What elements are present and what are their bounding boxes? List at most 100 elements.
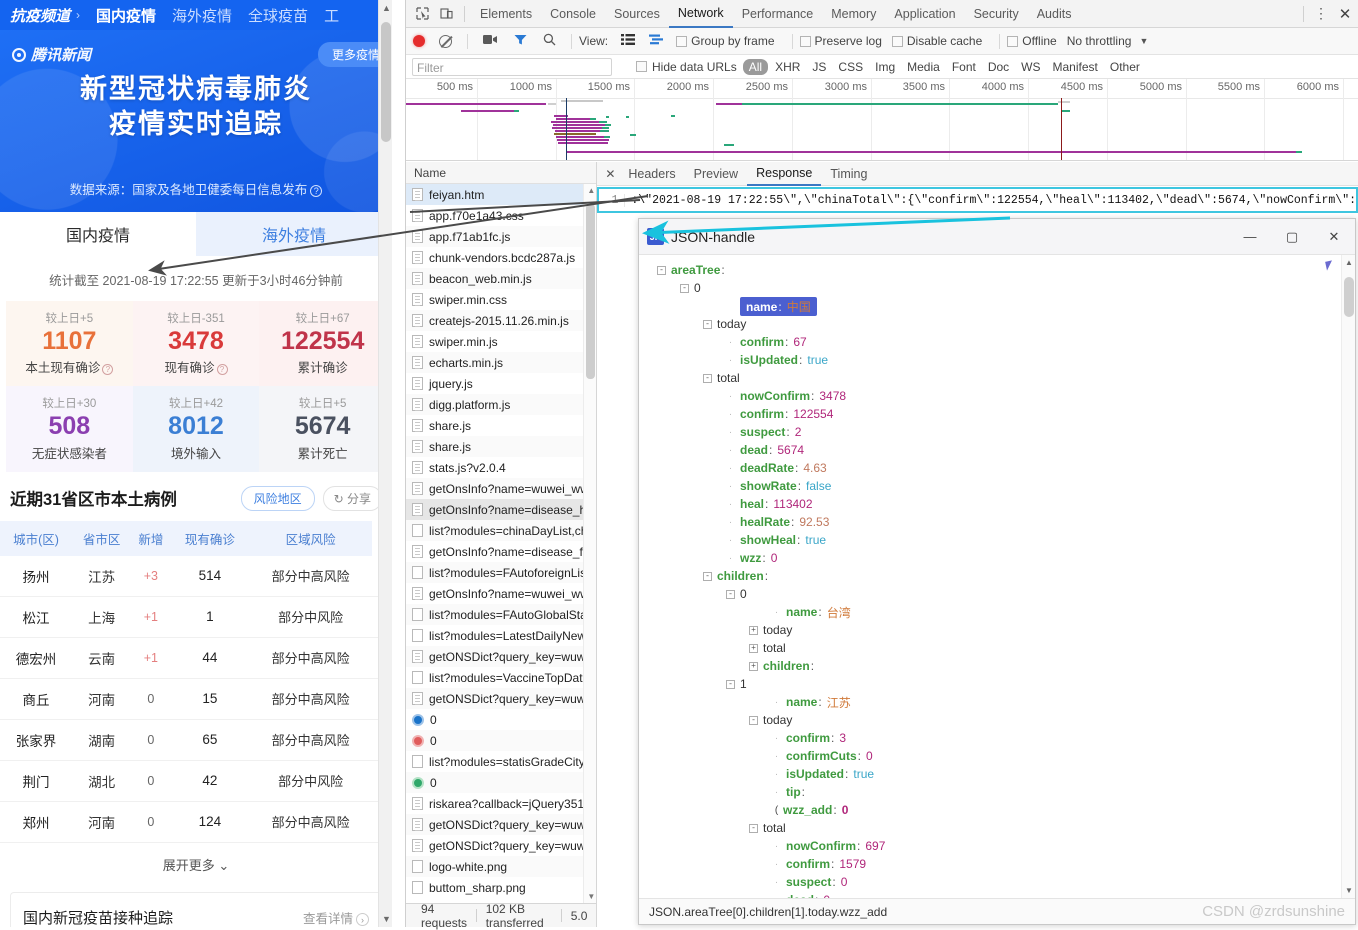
tab-sources[interactable]: Sources <box>605 0 669 28</box>
filter-type-all[interactable]: All <box>742 58 769 75</box>
json-tree-row[interactable]: - today <box>657 711 1355 729</box>
maximize-button[interactable]: ▢ <box>1271 219 1313 255</box>
json-tree-row[interactable]: - total <box>657 819 1355 837</box>
help-icon[interactable]: ? <box>310 185 323 197</box>
nav-item-truncated[interactable]: 工 <box>324 5 339 26</box>
filter-type-media[interactable]: Media <box>902 59 945 75</box>
list-item[interactable]: getOnsInfo?name=disease_foreign.. <box>406 541 596 562</box>
json-tree-row[interactable]: · deadRate:4.63 <box>657 459 1355 477</box>
json-tree[interactable]: - areaTree: -0 name: 中国 - today · confirm:67 · isU… <box>639 255 1355 898</box>
vaccine-detail-link[interactable]: 查看详情 › <box>303 908 369 927</box>
list-item[interactable]: echarts.min.js <box>406 352 597 373</box>
list-item[interactable]: createjs-2015.11.26.min.js <box>406 310 597 331</box>
record-icon[interactable] <box>413 35 425 47</box>
list-item[interactable]: list?modules=VaccineTopData <box>406 667 596 688</box>
json-tree-row[interactable]: · confirm:67 <box>657 333 1355 351</box>
tab-console[interactable]: Console <box>541 0 605 28</box>
list-item[interactable]: list?modules=LatestDailyNews <box>406 625 596 646</box>
list-item[interactable]: list?modules=chinaDayList,chinaDay <box>406 520 597 541</box>
json-tree-row[interactable]: · name: 台湾 <box>657 603 1355 621</box>
minimize-button[interactable]: — <box>1229 219 1271 255</box>
list-item[interactable]: logo-white.png <box>406 856 597 877</box>
filter-type-css[interactable]: CSS <box>833 59 868 75</box>
list-item[interactable]: chunk-vendors.bcdc287a.js <box>406 247 596 268</box>
json-tree-row[interactable]: -0 <box>657 585 1355 603</box>
filter-icon[interactable] <box>514 34 527 49</box>
expand-more-button[interactable]: 展开更多 ⌄ <box>0 843 392 888</box>
close-detail-icon[interactable]: ✕ <box>601 167 619 181</box>
tab-preview[interactable]: Preview <box>685 162 747 186</box>
json-tree-row[interactable]: · dead:5674 <box>657 441 1355 459</box>
scroll-up-arrow-icon[interactable]: ▲ <box>587 186 595 195</box>
scroll-down-arrow-icon[interactable]: ▼ <box>587 892 595 901</box>
request-list-scrollbar-thumb[interactable] <box>586 204 596 379</box>
json-tree-scrollbar[interactable]: ▲ ▼ <box>1341 255 1355 898</box>
list-item[interactable]: getOnsInfo?name=wuwei_ww_ww_t <box>406 583 596 604</box>
filter-type-xhr[interactable]: XHR <box>770 59 805 75</box>
json-tree-row[interactable]: · confirm:3 <box>657 729 1355 747</box>
json-window-titlebar[interactable]: JH JSON-handle — ▢ ✕ <box>639 219 1355 255</box>
tree-toggle-icon[interactable]: - <box>703 571 712 581</box>
clear-icon[interactable] <box>439 34 452 48</box>
list-item[interactable]: share.js <box>406 436 597 457</box>
nav-item-global-vaccine[interactable]: 全球疫苗 <box>248 5 308 26</box>
tab-application[interactable]: Application <box>885 0 964 28</box>
list-item[interactable]: getONSDict?query_key=wuwei_ww_ <box>406 646 597 667</box>
risk-areas-button[interactable]: 风险地区 <box>240 485 315 511</box>
checkbox-box[interactable] <box>636 61 647 72</box>
tree-toggle-icon[interactable]: - <box>749 715 758 725</box>
table-row[interactable]: 德宏州云南+144部分中高风险› <box>0 637 392 679</box>
request-list-scrollbar[interactable]: ▲ ▼ <box>583 184 597 903</box>
throttling-select[interactable]: No throttling <box>1067 34 1132 48</box>
devtools-close-icon[interactable]: ✕ <box>1332 5 1358 23</box>
tab-response[interactable]: Response <box>747 162 822 186</box>
filter-type-js[interactable]: JS <box>807 59 831 75</box>
json-tree-row[interactable]: · wzz:0 <box>657 549 1355 567</box>
devtools-menu-icon[interactable]: ⋮ <box>1310 5 1332 22</box>
json-tree-row[interactable]: · healRate:92.53 <box>657 513 1355 531</box>
json-tree-row[interactable]: · nowConfirm:697 <box>657 837 1355 855</box>
list-item[interactable]: riskarea?callback=jQuery351047645 <box>406 793 596 814</box>
tree-toggle-icon[interactable]: - <box>749 823 758 833</box>
list-item[interactable]: 0 <box>406 709 596 730</box>
json-tree-row[interactable]: + total <box>657 639 1355 657</box>
offline-checkbox[interactable]: Offline <box>1007 34 1057 48</box>
filter-type-ws[interactable]: WS <box>1016 59 1045 75</box>
list-item[interactable]: list?modules=statisGradeCityDetail <box>406 751 596 772</box>
list-item[interactable]: beacon_web.min.js <box>406 268 597 289</box>
close-button[interactable]: ✕ <box>1313 219 1355 255</box>
list-item[interactable]: swiper.min.js <box>406 331 596 352</box>
json-tree-row[interactable]: - areaTree: <box>657 261 1355 279</box>
json-tree-row[interactable]: (wzz_add:0 <box>657 801 1355 819</box>
list-item[interactable]: buttom_sharp.png <box>406 877 596 898</box>
list-item[interactable]: getOnsInfo?name=wuwei_ww_ww_s <box>406 478 597 499</box>
json-tree-row[interactable]: - total <box>657 369 1355 387</box>
help-icon[interactable]: ? <box>102 364 114 376</box>
disable-cache-checkbox[interactable]: Disable cache <box>891 34 982 48</box>
tree-toggle-icon[interactable]: - <box>703 319 712 329</box>
tree-toggle-icon[interactable]: - <box>657 265 666 275</box>
json-tree-row[interactable]: · confirmCuts:0 <box>657 747 1355 765</box>
vaccine-tracking-card[interactable]: 国内新冠疫苗接种追踪 查看详情 › <box>10 891 382 927</box>
filter-type-font[interactable]: Font <box>947 59 981 75</box>
nav-brand[interactable]: 抗疫频道 <box>10 5 70 26</box>
json-tree-row[interactable]: · confirm:1579 <box>657 855 1355 873</box>
json-selected-node[interactable]: name: 中国 <box>740 296 817 316</box>
json-tree-row[interactable]: - today <box>657 315 1355 333</box>
list-item[interactable]: getONSDict?query_key=wuwei_ww_ <box>406 688 597 709</box>
inspect-element-icon[interactable] <box>410 3 434 25</box>
nav-item-overseas[interactable]: 海外疫情 <box>172 5 232 26</box>
filter-input[interactable]: Filter <box>412 57 612 76</box>
search-icon[interactable] <box>543 33 556 49</box>
tree-toggle-icon[interactable]: + <box>749 643 758 653</box>
page-scrollbar-thumb[interactable] <box>381 22 391 142</box>
checkbox-box[interactable] <box>676 35 688 47</box>
scroll-down-arrow-icon[interactable]: ▼ <box>1345 886 1353 895</box>
waterfall-view-icon[interactable] <box>649 34 664 48</box>
tab-domestic[interactable]: 国内疫情 <box>0 212 196 256</box>
list-item[interactable]: list?modules=FAutoGlobalStatis,FAu <box>406 604 597 625</box>
json-tree-row[interactable]: · confirm:122554 <box>657 405 1355 423</box>
tab-overseas[interactable]: 海外疫情 <box>196 212 392 256</box>
json-tree-row[interactable]: · suspect:2 <box>657 423 1355 441</box>
json-tree-row[interactable]: · name: 江苏 <box>657 693 1355 711</box>
